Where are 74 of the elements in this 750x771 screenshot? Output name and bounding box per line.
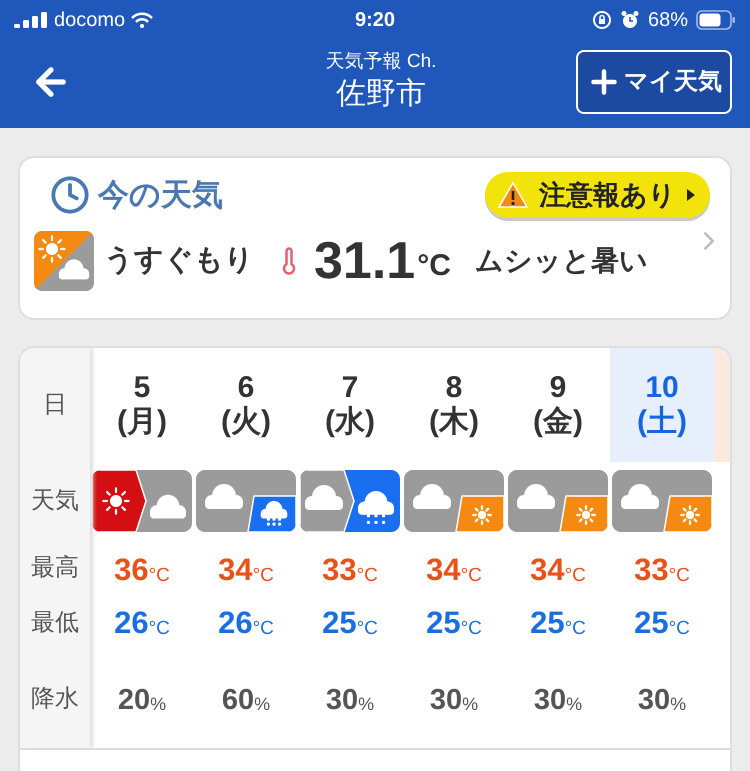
carrier-name: docomo bbox=[54, 8, 126, 33]
weekday-text: (火) bbox=[221, 405, 271, 439]
low-temp: 26 bbox=[114, 607, 149, 638]
date-number: 9 bbox=[550, 371, 566, 405]
date-number: 6 bbox=[238, 371, 254, 405]
battery-percent: 68% bbox=[648, 8, 688, 33]
date-number: 8 bbox=[446, 371, 462, 405]
precip-value: 30 bbox=[534, 686, 566, 714]
signal-icon bbox=[14, 12, 48, 28]
low-temp: 25 bbox=[322, 607, 357, 638]
section-title: 今の天気 bbox=[98, 176, 223, 214]
row-label: 最低 bbox=[31, 608, 79, 638]
row-label: 日 bbox=[43, 390, 67, 420]
temp-unit: °C bbox=[148, 619, 170, 638]
weekday-text: (金) bbox=[533, 405, 583, 439]
precip-unit: % bbox=[670, 695, 686, 713]
feel-text: ムシッと暑い bbox=[474, 244, 648, 278]
low-temp: 25 bbox=[426, 607, 461, 638]
app-subtitle: 天気予報 Ch. bbox=[326, 50, 436, 74]
precip-value: 30 bbox=[638, 686, 670, 714]
low-temp: 25 bbox=[634, 607, 669, 638]
temp-unit: °C bbox=[460, 566, 482, 585]
high-temp: 34 bbox=[218, 554, 253, 585]
date-number: 7 bbox=[342, 371, 358, 405]
condition-text: うすぐもり bbox=[104, 242, 254, 278]
temp-unit: °C bbox=[252, 566, 274, 585]
city-title: 佐野市 bbox=[336, 76, 426, 112]
precip-value: 20 bbox=[118, 686, 150, 714]
partly-cloudy-icon bbox=[34, 230, 94, 290]
warning-icon bbox=[497, 181, 529, 210]
high-temp: 33 bbox=[634, 554, 669, 585]
precip-unit: % bbox=[254, 695, 270, 713]
temperature-unit: °C bbox=[417, 248, 451, 284]
temp-unit: °C bbox=[668, 619, 690, 638]
high-temp: 33 bbox=[322, 554, 357, 585]
clock-icon bbox=[50, 175, 90, 216]
weekday-text: (木) bbox=[429, 405, 479, 439]
low-temp: 26 bbox=[218, 607, 253, 638]
alarm-icon bbox=[620, 10, 640, 30]
row-label: 最高 bbox=[31, 552, 79, 582]
alert-badge[interactable]: 注意報あり bbox=[485, 172, 710, 218]
row-label: 降水 bbox=[31, 684, 79, 714]
temp-unit: °C bbox=[564, 566, 586, 585]
precip-unit: % bbox=[358, 695, 374, 713]
high-temp: 34 bbox=[530, 554, 565, 585]
rotation-lock-icon bbox=[592, 10, 612, 30]
current-temperature: 31.1 bbox=[314, 234, 416, 286]
add-my-weather-button[interactable]: マイ天気 bbox=[576, 50, 732, 114]
precip-value: 30 bbox=[326, 686, 358, 714]
precip-value: 30 bbox=[430, 686, 462, 714]
precip-value: 60 bbox=[222, 686, 254, 714]
temp-unit: °C bbox=[356, 619, 378, 638]
date-number: 5 bbox=[134, 371, 150, 405]
low-temp: 25 bbox=[530, 607, 565, 638]
date-number: 10 bbox=[645, 371, 679, 405]
temp-unit: °C bbox=[148, 566, 170, 585]
precip-unit: % bbox=[150, 695, 166, 713]
high-temp: 34 bbox=[426, 554, 461, 585]
weekday-text: (水) bbox=[325, 405, 375, 439]
row-label: 天気 bbox=[31, 486, 79, 516]
wifi-icon bbox=[131, 12, 154, 28]
temp-unit: °C bbox=[252, 619, 274, 638]
temp-unit: °C bbox=[460, 619, 482, 638]
precip-unit: % bbox=[462, 695, 478, 713]
weekday-text: (土) bbox=[637, 405, 687, 439]
status-time: 9:20 bbox=[354, 8, 396, 33]
high-temp: 36 bbox=[114, 554, 149, 585]
temp-unit: °C bbox=[668, 566, 690, 585]
temp-unit: °C bbox=[564, 619, 586, 638]
battery-icon bbox=[696, 10, 736, 30]
precip-unit: % bbox=[566, 695, 582, 713]
caret-icon bbox=[686, 188, 696, 202]
weekday-text: (月) bbox=[117, 405, 167, 439]
temp-unit: °C bbox=[356, 566, 378, 585]
